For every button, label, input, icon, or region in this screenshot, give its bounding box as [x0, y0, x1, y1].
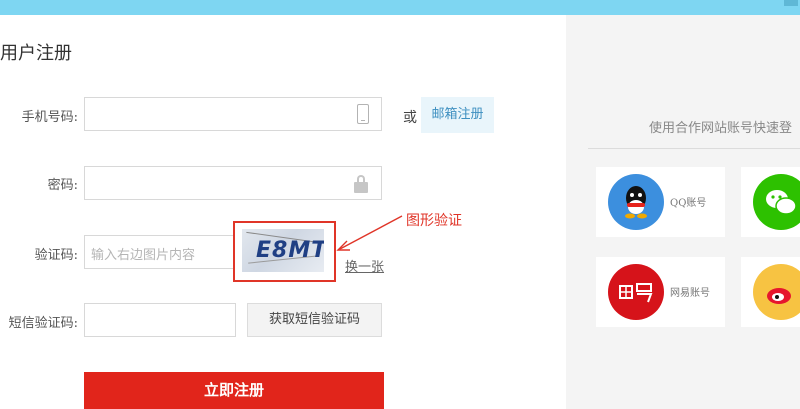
- wechat-icon: [753, 174, 800, 230]
- qq-icon: [608, 174, 664, 230]
- qq-login-label: QQ账号: [670, 198, 707, 209]
- lock-icon: [354, 175, 368, 193]
- captcha-image[interactable]: E8MT: [242, 229, 324, 272]
- email-register-button[interactable]: 邮箱注册: [421, 97, 494, 133]
- captcha-placeholder: 输入右边图片内容: [91, 248, 196, 263]
- wechat-login-tile[interactable]: [741, 167, 800, 237]
- captcha-input[interactable]: 输入右边图片内容: [84, 235, 234, 269]
- netease-login-label: 网易账号: [670, 288, 710, 299]
- divider: [588, 148, 800, 149]
- phone-label: 手机号码:: [21, 110, 78, 125]
- top-bar-item[interactable]: [784, 0, 798, 6]
- or-text: 或: [403, 110, 417, 126]
- annotation-label: 图形验证: [406, 213, 462, 229]
- phone-icon: [357, 104, 369, 124]
- annotation-arrow: [336, 215, 403, 251]
- page-title: 用户注册: [0, 43, 72, 64]
- captcha-image-text: E8MT: [256, 238, 324, 263]
- phone-input[interactable]: [84, 97, 382, 131]
- sms-label: 短信验证码:: [8, 316, 78, 331]
- weibo-login-tile[interactable]: [741, 257, 800, 327]
- password-label: 密码:: [47, 178, 78, 193]
- netease-icon: [608, 264, 664, 320]
- sms-code-input[interactable]: [84, 303, 236, 337]
- captcha-label: 验证码:: [34, 248, 78, 263]
- get-sms-code-button[interactable]: 获取短信验证码: [247, 303, 382, 337]
- social-login-title: 使用合作网站账号快速登: [649, 121, 793, 136]
- password-input[interactable]: [84, 166, 382, 200]
- weibo-icon: [753, 264, 800, 320]
- refresh-captcha-link[interactable]: 换一张: [345, 256, 384, 275]
- registration-panel: [0, 15, 566, 409]
- top-bar: [0, 0, 800, 15]
- netease-login-tile[interactable]: 网易账号: [596, 257, 725, 327]
- register-button[interactable]: 立即注册: [84, 372, 384, 409]
- qq-login-tile[interactable]: QQ账号: [596, 167, 725, 237]
